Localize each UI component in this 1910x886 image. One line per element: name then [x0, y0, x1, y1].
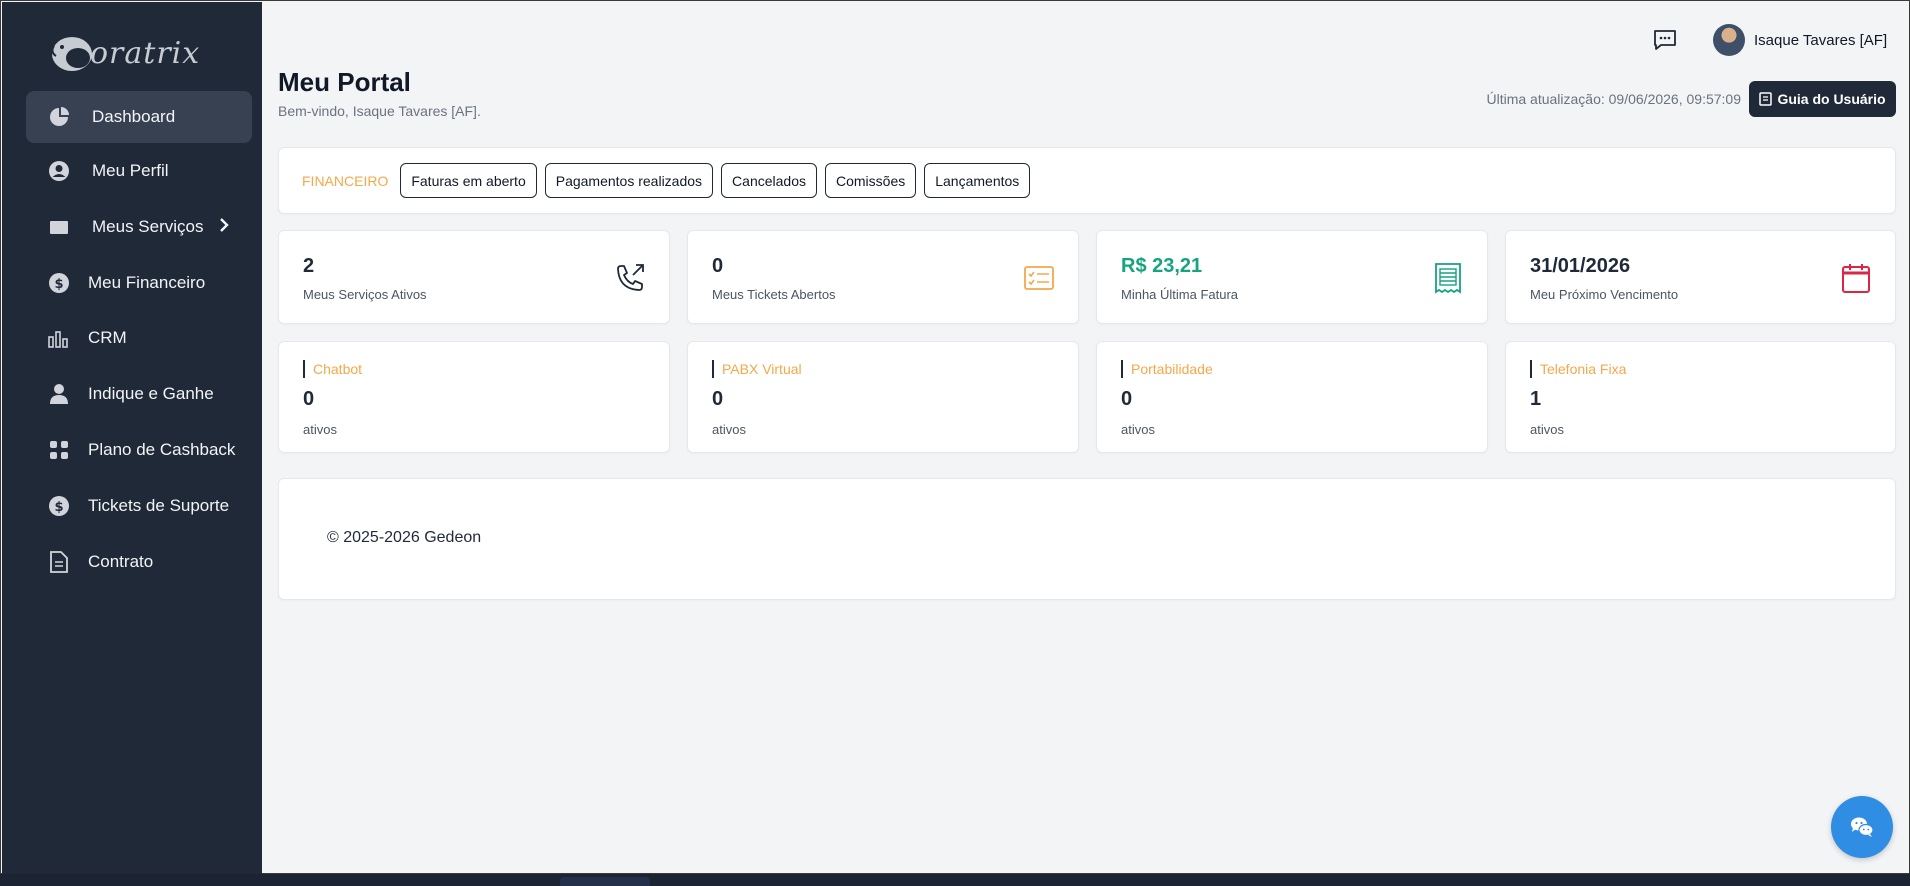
sidebar-item-label: Tickets de Suporte: [88, 496, 230, 515]
calendar-icon: [1839, 261, 1873, 295]
stat-label: Minha Última Fatura: [1121, 287, 1239, 302]
sidebar-item-meu-financeiro[interactable]: $ Meu Financeiro: [26, 257, 252, 309]
chat-fab-button[interactable]: [1831, 796, 1893, 858]
sidebar: oratrix Dashboard Meu Perfil Meus Serviç…: [2, 2, 262, 874]
service-unit: ativos: [1530, 422, 1564, 437]
footer: © 2025-2026 Gedeon: [278, 478, 1896, 600]
cancelados-button[interactable]: Cancelados: [721, 163, 817, 198]
financeiro-bar: FINANCEIRO Faturas em aberto Pagamentos …: [278, 147, 1896, 214]
stat-label: Meu Próximo Vencimento: [1530, 287, 1679, 302]
sidebar-item-contrato[interactable]: Contrato: [26, 536, 252, 588]
phone-outgoing-icon: [613, 261, 647, 295]
welcome-text: Bem-vindo, Isaque Tavares [AF].: [278, 103, 481, 119]
logo-wordmark: oratrix: [90, 35, 201, 71]
stat-value: 31/01/2026: [1530, 255, 1631, 277]
sidebar-item-crm[interactable]: CRM: [26, 312, 252, 364]
sidebar-item-plano-de-cashback[interactable]: Plano de Cashback: [26, 424, 252, 476]
last-update-text: Última atualização: 09/06/2026, 09:57:09: [1486, 91, 1741, 107]
svg-text:$: $: [54, 277, 63, 292]
document-icon: [48, 551, 70, 573]
comissoes-button[interactable]: Comissões: [824, 163, 917, 198]
book-icon: [1759, 92, 1773, 106]
wechat-icon: [1851, 817, 1874, 837]
service-name: Chatbot: [303, 360, 362, 378]
sidebar-item-label: Plano de Cashback: [88, 440, 236, 459]
sidebar-item-meus-servicos[interactable]: Meus Serviços: [26, 201, 252, 253]
receipt-icon: [1431, 261, 1465, 295]
grid-icon: [48, 439, 70, 461]
sidebar-item-meu-perfil[interactable]: Meu Perfil: [26, 145, 252, 197]
stat-value: 0: [712, 255, 724, 277]
taskbar-strip: [0, 874, 1910, 886]
service-unit: ativos: [303, 422, 337, 437]
user-guide-label: Guia do Usuário: [1777, 91, 1886, 107]
sidebar-item-dashboard[interactable]: Dashboard: [26, 91, 252, 143]
sidebar-item-label: Dashboard: [92, 107, 176, 126]
service-card-pabx-virtual[interactable]: PABX Virtual 0 ativos: [687, 341, 1079, 453]
user-icon: [48, 383, 70, 405]
dollar-circle-icon: $: [48, 495, 70, 517]
sidebar-item-label: Indique e Ganhe: [88, 384, 214, 403]
financeiro-label: FINANCEIRO: [302, 172, 389, 189]
sidebar-item-label: Meus Serviços: [92, 217, 204, 236]
sidebar-item-label: CRM: [88, 328, 127, 347]
sidebar-item-indique-e-ganhe[interactable]: Indique e Ganhe: [26, 368, 252, 420]
page-title: Meu Portal: [278, 67, 411, 97]
stat-card-servicos[interactable]: 2 Meus Serviços Ativos: [278, 230, 670, 324]
chevron-right-icon: [219, 217, 230, 237]
service-card-telefonia-fixa[interactable]: Telefonia Fixa 1 ativos: [1505, 341, 1896, 453]
service-count: 0: [303, 388, 315, 410]
checklist-icon: [1022, 261, 1056, 295]
service-count: 1: [1530, 388, 1542, 410]
logo[interactable]: oratrix: [48, 30, 200, 76]
service-count: 0: [712, 388, 724, 410]
stat-card-tickets[interactable]: 0 Meus Tickets Abertos: [687, 230, 1079, 324]
bar-chart-icon: [48, 327, 70, 349]
sidebar-item-label: Contrato: [88, 552, 154, 571]
user-name: Isaque Tavares [AF]: [1754, 31, 1888, 49]
service-unit: ativos: [1121, 422, 1155, 437]
pie-chart-icon: [48, 106, 70, 128]
service-card-chatbot[interactable]: Chatbot 0 ativos: [278, 341, 670, 453]
sidebar-item-label: Meu Perfil: [92, 161, 169, 180]
sidebar-item-label: Meu Financeiro: [88, 273, 206, 292]
stat-card-fatura[interactable]: R$ 23,21 Minha Última Fatura: [1096, 230, 1488, 324]
dollar-circle-icon: $: [48, 272, 70, 294]
sidebar-item-tickets-de-suporte[interactable]: $ Tickets de Suporte: [26, 480, 252, 532]
avatar: [1713, 24, 1745, 56]
browser-viewport: oratrix Dashboard Meu Perfil Meus Serviç…: [0, 0, 1910, 874]
pagamentos-realizados-button[interactable]: Pagamentos realizados: [544, 163, 714, 198]
folder-icon: [48, 216, 70, 238]
service-count: 0: [1121, 388, 1133, 410]
parrot-logo-icon: [51, 37, 92, 71]
copyright-text: © 2025-2026 Gedeon: [327, 529, 482, 546]
service-name: Telefonia Fixa: [1530, 360, 1626, 378]
stat-label: Meus Serviços Ativos: [303, 287, 427, 302]
stat-value: R$ 23,21: [1121, 255, 1203, 277]
svg-text:$: $: [54, 500, 63, 515]
stat-value: 2: [303, 255, 315, 277]
service-name: PABX Virtual: [712, 360, 802, 378]
service-card-portabilidade[interactable]: Portabilidade 0 ativos: [1096, 341, 1488, 453]
stat-card-vencimento[interactable]: 31/01/2026 Meu Próximo Vencimento: [1505, 230, 1896, 324]
messages-icon[interactable]: [1653, 29, 1679, 53]
user-guide-button[interactable]: Guia do Usuário: [1749, 81, 1896, 117]
lancamentos-button[interactable]: Lançamentos: [924, 163, 1031, 198]
faturas-em-aberto-button[interactable]: Faturas em aberto: [400, 163, 537, 198]
service-unit: ativos: [712, 422, 746, 437]
user-menu[interactable]: Isaque Tavares [AF]: [1713, 23, 1887, 57]
stat-label: Meus Tickets Abertos: [712, 287, 836, 302]
user-circle-icon: [48, 160, 70, 182]
service-name: Portabilidade: [1121, 360, 1213, 378]
